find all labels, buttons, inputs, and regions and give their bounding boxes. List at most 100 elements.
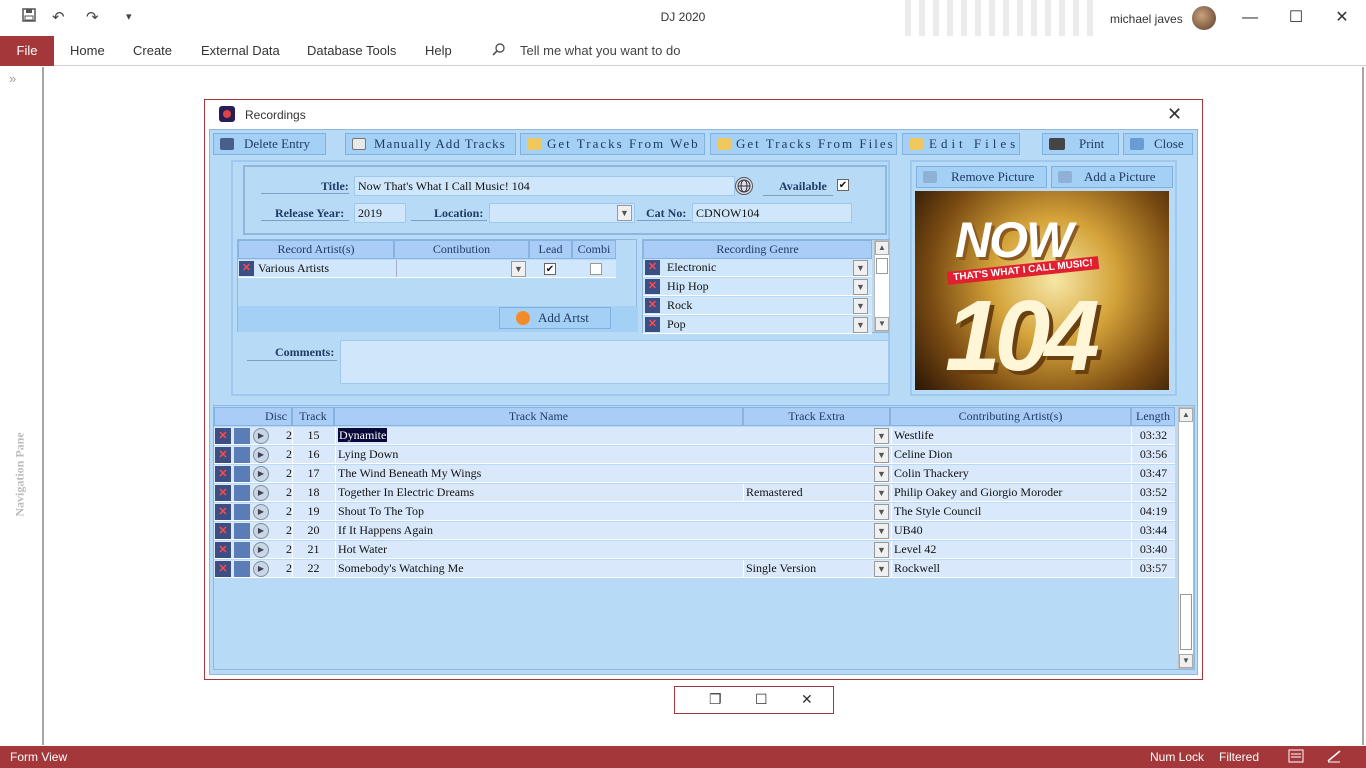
list-item[interactable]: ✕ Electronic ▼ xyxy=(643,259,872,277)
table-row[interactable]: ✕ ▶ 2 20 If It Happens Again ▼ UB40 03:44 xyxy=(214,522,1175,540)
play-track-icon[interactable]: ▶ xyxy=(253,466,269,482)
length-cell[interactable]: 03:47 xyxy=(1131,465,1175,482)
play-track-icon[interactable]: ▶ xyxy=(253,447,269,463)
navigation-pane[interactable]: » Navigation Pane xyxy=(0,67,44,745)
track-number-cell[interactable]: 17 xyxy=(292,465,334,482)
track-name-cell[interactable]: Dynamite xyxy=(335,427,743,444)
genre-scrollbar[interactable]: ▲ ▼ xyxy=(874,240,890,332)
remove-picture-button[interactable]: Remove Picture xyxy=(916,166,1047,188)
disc-cell[interactable]: 2 xyxy=(272,427,292,444)
genre-dropdown-icon[interactable]: ▼ xyxy=(853,279,868,295)
table-row[interactable]: ✕ ▶ 2 21 Hot Water ▼ Level 42 03:40 xyxy=(214,541,1175,559)
track-number-cell[interactable]: 18 xyxy=(292,484,334,501)
track-extra-dropdown-icon[interactable]: ▼ xyxy=(874,523,889,539)
table-row[interactable]: ✕ ▶ 2 18 Together In Electric Dreams Remaster… xyxy=(214,484,1175,502)
release-year-field[interactable]: 2019 xyxy=(354,203,406,223)
scroll-thumb[interactable] xyxy=(1180,594,1192,650)
tab-create[interactable]: Create xyxy=(133,43,172,58)
disc-cell[interactable]: 2 xyxy=(272,446,292,463)
remove-genre-icon[interactable]: ✕ xyxy=(645,279,660,294)
scroll-up-icon[interactable]: ▲ xyxy=(1179,408,1193,422)
length-cell[interactable]: 03:40 xyxy=(1131,541,1175,558)
scroll-down-icon[interactable]: ▼ xyxy=(875,317,889,331)
delete-track-icon[interactable]: ✕ xyxy=(215,504,231,520)
contributing-artist-cell[interactable]: UB40 xyxy=(891,522,1131,539)
table-row[interactable]: ✕ ▶ 2 22 Somebody's Watching Me Single Versio… xyxy=(214,560,1175,578)
track-extra-dropdown-icon[interactable]: ▼ xyxy=(874,447,889,463)
track-name-cell[interactable]: Together In Electric Dreams xyxy=(335,484,743,501)
maximize-icon[interactable]: ☐ xyxy=(755,691,768,708)
length-cell[interactable]: 04:19 xyxy=(1131,503,1175,520)
add-artist-button[interactable]: Add Artst xyxy=(499,307,611,329)
close-button[interactable]: ✕ xyxy=(1319,6,1365,30)
edit-track-icon[interactable] xyxy=(234,542,250,558)
design-view-icon[interactable] xyxy=(1326,749,1342,766)
list-item[interactable]: ✕ Pop ▼ xyxy=(643,316,872,334)
tab-external-data[interactable]: External Data xyxy=(201,43,280,58)
form-close-button[interactable]: ✕ xyxy=(1167,104,1182,125)
table-row[interactable]: ✕ ▶ 2 15 Dynamite ▼ Westlife 03:32 xyxy=(214,427,1175,445)
table-row[interactable]: ✕ ▶ 2 17 The Wind Beneath My Wings ▼ Colin Tha… xyxy=(214,465,1175,483)
genre-dropdown-icon[interactable]: ▼ xyxy=(853,298,868,314)
delete-track-icon[interactable]: ✕ xyxy=(215,447,231,463)
delete-track-icon[interactable]: ✕ xyxy=(215,466,231,482)
scroll-up-icon[interactable]: ▲ xyxy=(875,241,889,255)
tab-home[interactable]: Home xyxy=(70,43,105,58)
track-name-cell[interactable]: If It Happens Again xyxy=(335,522,743,539)
restore-icon[interactable]: ❐ xyxy=(709,691,722,708)
list-item[interactable]: ✕ Rock ▼ xyxy=(643,297,872,315)
disc-cell[interactable]: 2 xyxy=(272,465,292,482)
disc-cell[interactable]: 2 xyxy=(272,522,292,539)
remove-genre-icon[interactable]: ✕ xyxy=(645,260,660,275)
avatar[interactable] xyxy=(1192,6,1216,30)
tracks-scrollbar[interactable]: ▲ ▼ xyxy=(1178,407,1194,669)
track-extra-dropdown-icon[interactable]: ▼ xyxy=(874,561,889,577)
contribution-select[interactable] xyxy=(396,260,529,277)
contributing-artist-cell[interactable]: The Style Council xyxy=(891,503,1131,520)
track-extra-dropdown-icon[interactable]: ▼ xyxy=(874,466,889,482)
delete-track-icon[interactable]: ✕ xyxy=(215,523,231,539)
play-track-icon[interactable]: ▶ xyxy=(253,542,269,558)
edit-track-icon[interactable] xyxy=(234,447,250,463)
genre-dropdown-icon[interactable]: ▼ xyxy=(853,317,868,333)
length-cell[interactable]: 03:52 xyxy=(1131,484,1175,501)
contributing-artist-cell[interactable]: Philip Oakey and Giorgio Moroder xyxy=(891,484,1131,501)
disc-cell[interactable]: 2 xyxy=(272,541,292,558)
contributing-artist-cell[interactable]: Rockwell xyxy=(891,560,1131,577)
edit-track-icon[interactable] xyxy=(234,428,250,444)
track-extra-cell[interactable]: Single Version xyxy=(743,560,875,577)
contributing-artist-cell[interactable]: Westlife xyxy=(891,427,1131,444)
tab-file[interactable]: File xyxy=(0,36,54,66)
track-number-cell[interactable]: 15 xyxy=(292,427,334,444)
track-number-cell[interactable]: 19 xyxy=(292,503,334,520)
track-extra-cell[interactable]: Remastered xyxy=(743,484,875,501)
remove-genre-icon[interactable]: ✕ xyxy=(645,298,660,313)
disc-cell[interactable]: 2 xyxy=(272,503,292,520)
length-cell[interactable]: 03:56 xyxy=(1131,446,1175,463)
delete-track-icon[interactable]: ✕ xyxy=(215,542,231,558)
play-track-icon[interactable]: ▶ xyxy=(253,504,269,520)
track-name-cell[interactable]: Hot Water xyxy=(335,541,743,558)
track-number-cell[interactable]: 22 xyxy=(292,560,334,577)
lightbulb-search-icon[interactable] xyxy=(492,42,506,59)
close-icon[interactable]: ✕ xyxy=(801,691,813,708)
remove-artist-icon[interactable]: ✕ xyxy=(239,261,254,276)
manually-add-tracks-button[interactable]: Manually Add Tracks xyxy=(345,133,516,155)
contributing-artist-cell[interactable]: Level 42 xyxy=(891,541,1131,558)
get-tracks-from-files-button[interactable]: Get Tracks From Files xyxy=(710,133,897,155)
length-cell[interactable]: 03:32 xyxy=(1131,427,1175,444)
delete-track-icon[interactable]: ✕ xyxy=(215,485,231,501)
table-row[interactable]: ✕ ▶ 2 19 Shout To The Top ▼ The Style Council 0… xyxy=(214,503,1175,521)
title-field[interactable]: Now That's What I Call Music! 104 xyxy=(354,176,735,196)
available-checkbox[interactable]: ✔ xyxy=(837,179,849,191)
track-name-cell[interactable]: Shout To The Top xyxy=(335,503,743,520)
web-globe-icon[interactable] xyxy=(735,177,753,195)
track-name-cell[interactable]: Lying Down xyxy=(335,446,743,463)
maximize-button[interactable]: ☐ xyxy=(1273,6,1319,30)
track-number-cell[interactable]: 21 xyxy=(292,541,334,558)
get-tracks-from-web-button[interactable]: Get Tracks From Web xyxy=(520,133,705,155)
play-track-icon[interactable]: ▶ xyxy=(253,485,269,501)
tab-database-tools[interactable]: Database Tools xyxy=(307,43,396,58)
track-name-cell[interactable]: The Wind Beneath My Wings xyxy=(335,465,743,482)
track-name-cell[interactable]: Somebody's Watching Me xyxy=(335,560,743,577)
